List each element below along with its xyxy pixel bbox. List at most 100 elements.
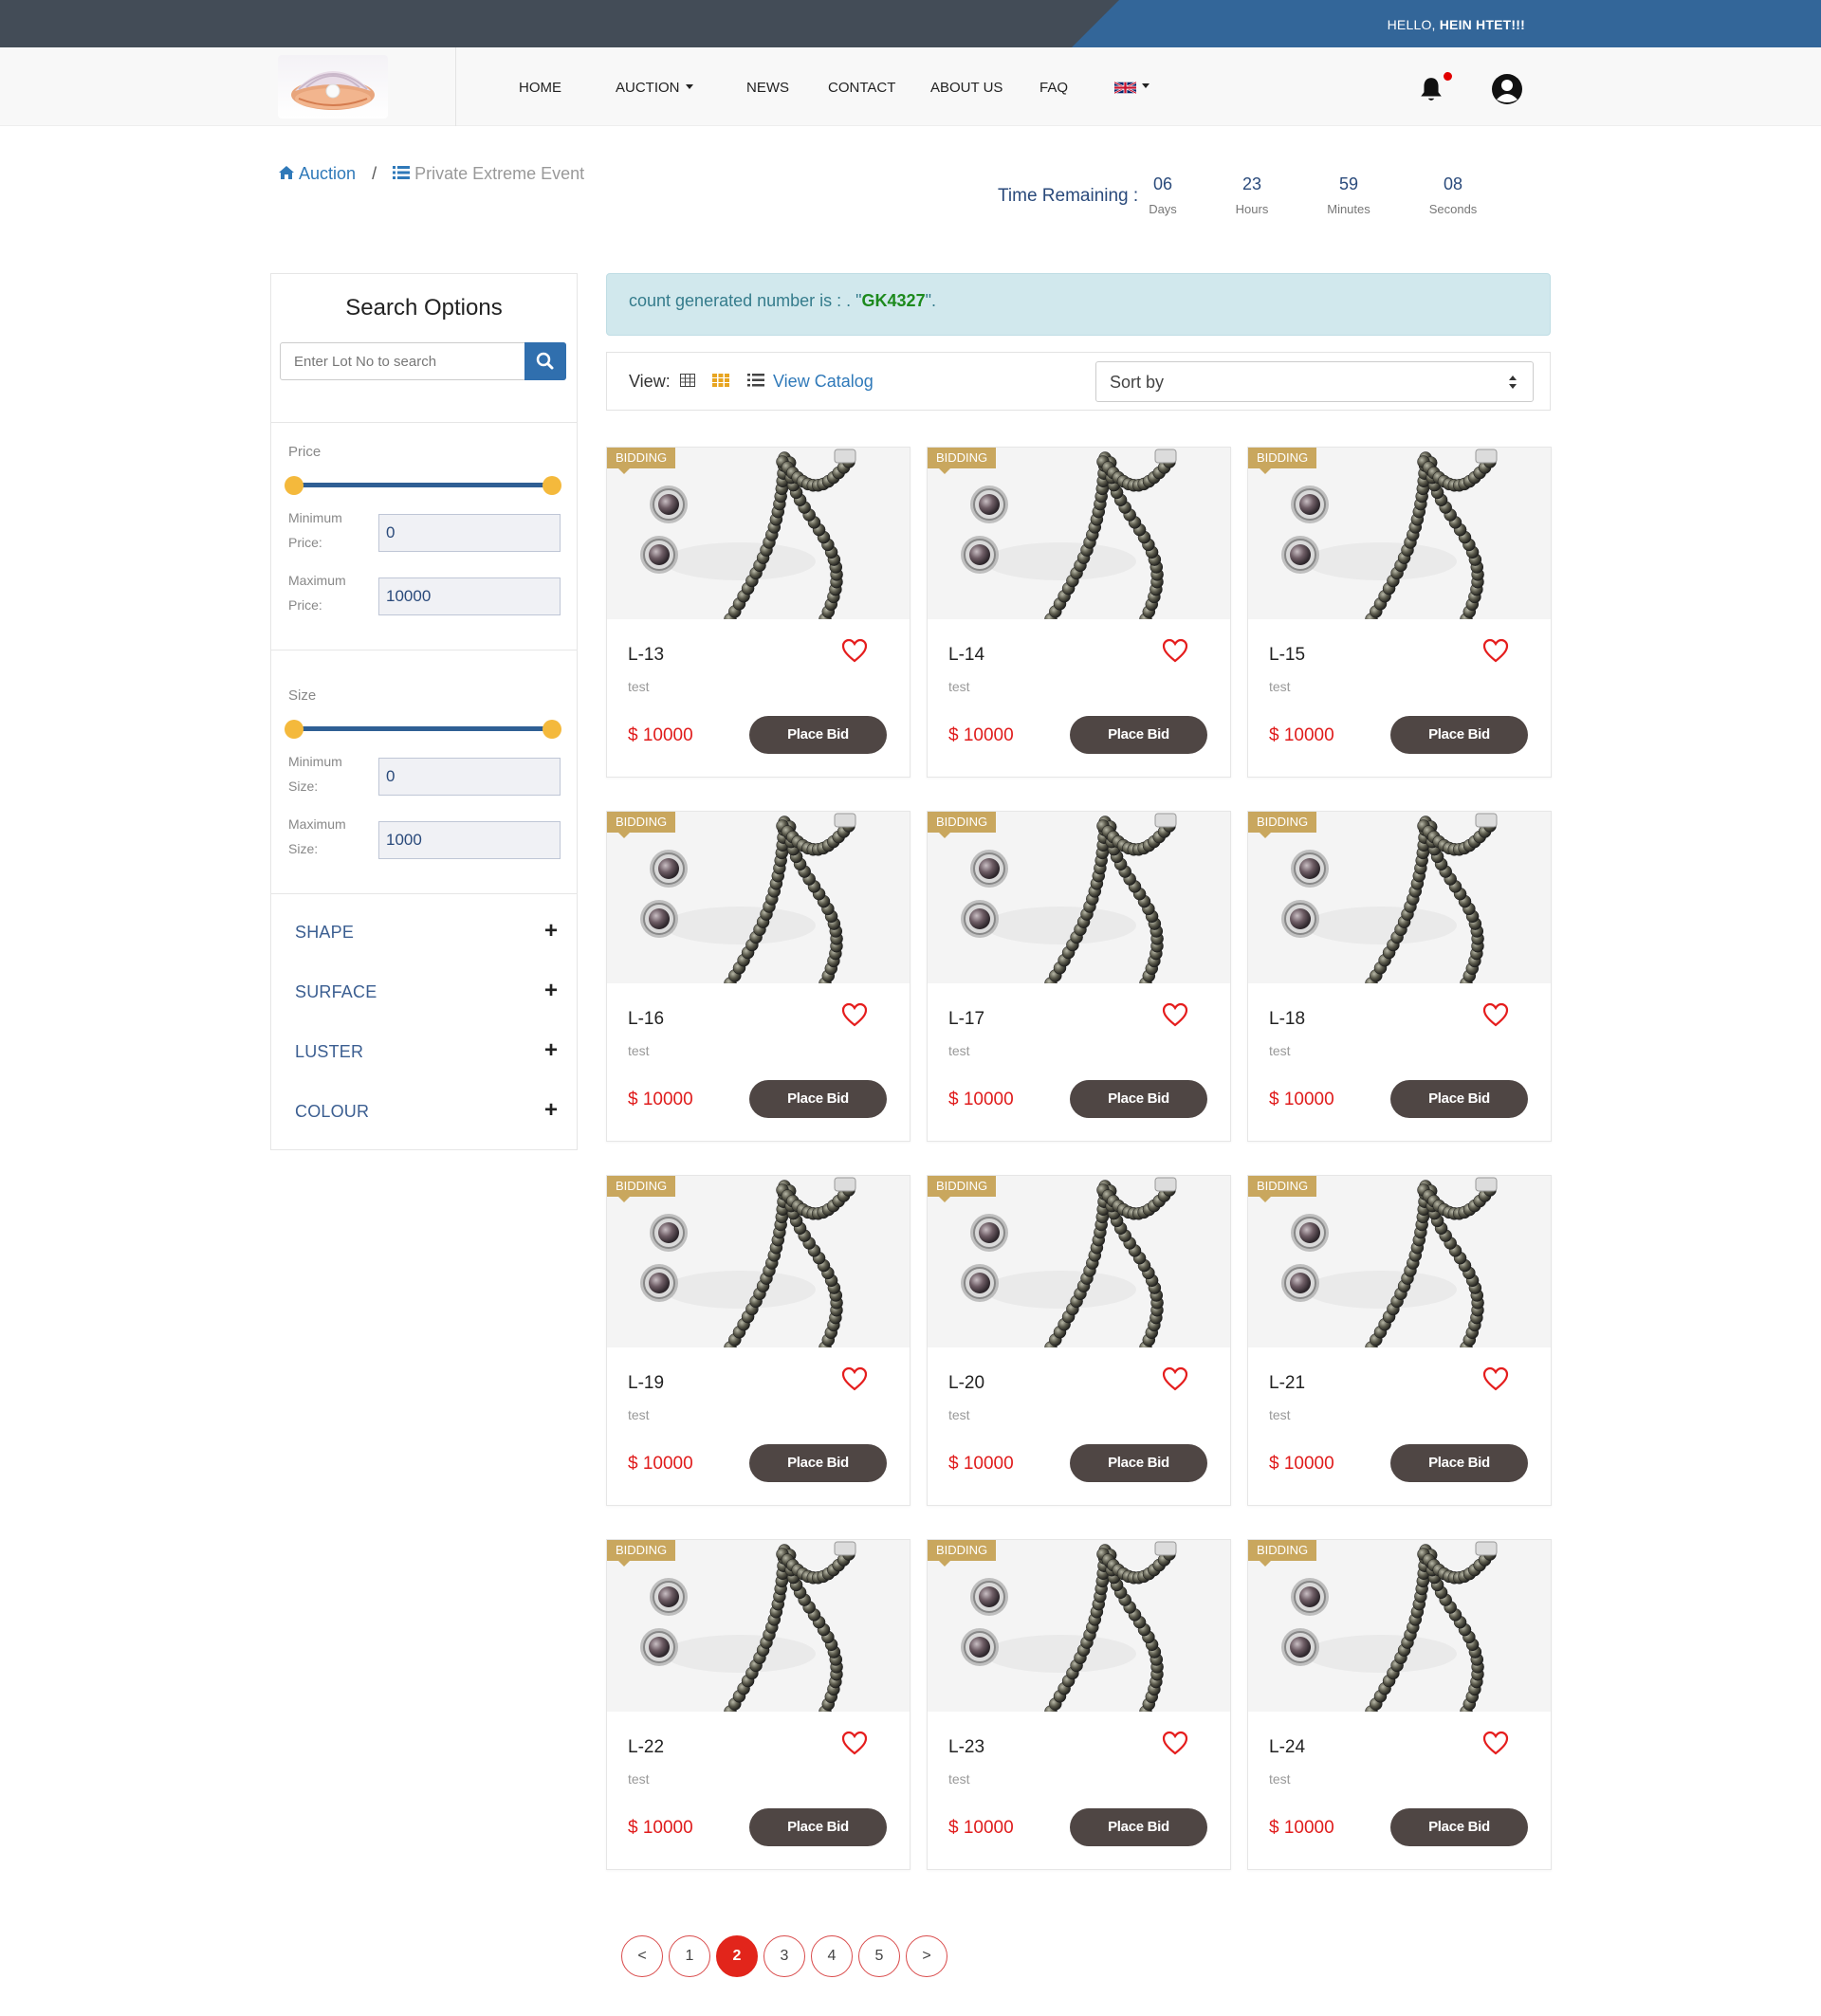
product-description: test [1269, 1407, 1291, 1422]
nav-news[interactable]: NEWS [746, 80, 789, 96]
table-view-icon[interactable] [680, 374, 695, 387]
breadcrumb-auction[interactable]: Auction [279, 164, 360, 183]
place-bid-button[interactable]: Place Bid [1070, 1080, 1207, 1118]
sort-by-select[interactable]: Sort by [1095, 361, 1534, 402]
lot-search-button[interactable] [524, 342, 566, 380]
favorite-button[interactable] [1162, 1366, 1188, 1391]
nav-contact[interactable]: CONTACT [828, 80, 895, 96]
filter-shape[interactable]: SHAPE + [295, 919, 565, 947]
favorite-button[interactable] [1482, 638, 1509, 663]
pearl-jewelry-image [607, 812, 910, 983]
product-image[interactable] [607, 1540, 910, 1712]
product-card[interactable]: BIDDING L-23 test $ 10000 Place Bid [927, 1539, 1231, 1870]
product-price: $ 10000 [948, 1090, 1014, 1109]
min-size-input[interactable] [378, 758, 561, 796]
place-bid-button[interactable]: Place Bid [1390, 1080, 1528, 1118]
product-card[interactable]: BIDDING L-16 test $ 10000 Place Bid [606, 811, 910, 1142]
product-image[interactable] [607, 448, 910, 619]
product-lot-number: L-17 [948, 1009, 985, 1029]
bidding-badge: BIDDING [607, 1176, 676, 1202]
nav-faq[interactable]: FAQ [1039, 80, 1068, 96]
size-slider-track[interactable] [295, 726, 551, 731]
product-card[interactable]: BIDDING L-21 test $ 10000 Place Bid [1247, 1175, 1552, 1506]
heart-icon [1482, 638, 1509, 663]
product-card[interactable]: BIDDING L-18 test $ 10000 Place Bid [1247, 811, 1552, 1142]
product-card[interactable]: BIDDING L-24 test $ 10000 Place Bid [1247, 1539, 1552, 1870]
user-avatar-icon[interactable] [1491, 73, 1523, 105]
filter-luster[interactable]: LUSTER + [295, 1038, 565, 1067]
product-image[interactable] [607, 812, 910, 983]
product-card[interactable]: BIDDING L-13 test $ 10000 Place Bid [606, 447, 910, 778]
price-slider-min-thumb[interactable] [285, 476, 304, 495]
price-slider-max-thumb[interactable] [543, 476, 561, 495]
product-card[interactable]: BIDDING L-14 test $ 10000 Place Bid [927, 447, 1231, 778]
timer-minutes-value: 59 [1338, 174, 1359, 193]
nav-about-us[interactable]: ABOUT US [930, 80, 1002, 96]
prev-page-button[interactable]: < [621, 1935, 663, 1977]
place-bid-button[interactable]: Place Bid [749, 716, 887, 754]
favorite-button[interactable] [841, 1002, 868, 1027]
filter-surface[interactable]: SURFACE + [295, 979, 565, 1007]
place-bid-button[interactable]: Place Bid [749, 1444, 887, 1482]
page-button[interactable]: 5 [858, 1935, 900, 1977]
product-card[interactable]: BIDDING L-15 test $ 10000 Place Bid [1247, 447, 1552, 778]
product-image[interactable] [1248, 1540, 1551, 1712]
favorite-button[interactable] [1162, 638, 1188, 663]
product-image[interactable] [928, 448, 1230, 619]
size-slider-max-thumb[interactable] [543, 720, 561, 739]
product-image[interactable] [1248, 1176, 1551, 1347]
favorite-button[interactable] [841, 638, 868, 663]
product-card[interactable]: BIDDING L-19 test $ 10000 Place Bid [606, 1175, 910, 1506]
page-button[interactable]: 2 [716, 1935, 758, 1977]
place-bid-button[interactable]: Place Bid [1070, 716, 1207, 754]
product-description: test [948, 1407, 970, 1422]
product-image[interactable] [607, 1176, 910, 1347]
nav-home[interactable]: HOME [519, 80, 561, 96]
place-bid-button[interactable]: Place Bid [1390, 1444, 1528, 1482]
product-card[interactable]: BIDDING L-20 test $ 10000 Place Bid [927, 1175, 1231, 1506]
site-logo[interactable] [278, 55, 388, 119]
product-price: $ 10000 [628, 1454, 693, 1474]
favorite-button[interactable] [1162, 1731, 1188, 1755]
place-bid-button[interactable]: Place Bid [1390, 716, 1528, 754]
product-image[interactable] [928, 812, 1230, 983]
timer-hours-value: 23 [1242, 174, 1262, 193]
max-price-input[interactable] [378, 577, 561, 615]
max-size-input[interactable] [378, 821, 561, 859]
place-bid-button[interactable]: Place Bid [749, 1080, 887, 1118]
place-bid-button[interactable]: Place Bid [1070, 1444, 1207, 1482]
language-selector[interactable] [1114, 79, 1150, 95]
timer-days-unit: Days [1149, 202, 1177, 216]
product-image[interactable] [1248, 448, 1551, 619]
favorite-button[interactable] [1482, 1731, 1509, 1755]
product-image[interactable] [928, 1176, 1230, 1347]
lot-search-input[interactable] [281, 343, 525, 379]
next-page-button[interactable]: > [906, 1935, 947, 1977]
view-catalog-link[interactable]: View Catalog [773, 372, 874, 392]
page-button[interactable]: 3 [763, 1935, 805, 1977]
product-card[interactable]: BIDDING L-22 test $ 10000 Place Bid [606, 1539, 910, 1870]
min-price-input[interactable] [378, 514, 561, 552]
place-bid-button[interactable]: Place Bid [1070, 1808, 1207, 1846]
favorite-button[interactable] [1162, 1002, 1188, 1027]
page-button[interactable]: 1 [669, 1935, 710, 1977]
product-image[interactable] [928, 1540, 1230, 1712]
size-slider-min-thumb[interactable] [285, 720, 304, 739]
filter-colour[interactable]: COLOUR + [295, 1098, 565, 1127]
place-bid-button[interactable]: Place Bid [1390, 1808, 1528, 1846]
favorite-button[interactable] [1482, 1002, 1509, 1027]
place-bid-button[interactable]: Place Bid [749, 1808, 887, 1846]
product-card[interactable]: BIDDING L-17 test $ 10000 Place Bid [927, 811, 1231, 1142]
nav-auction[interactable]: AUCTION [616, 80, 693, 96]
price-slider-track[interactable] [295, 483, 551, 487]
product-image[interactable] [1248, 812, 1551, 983]
product-price: $ 10000 [1269, 725, 1334, 745]
sidebar-divider [271, 893, 577, 894]
favorite-button[interactable] [841, 1731, 868, 1755]
list-view-icon[interactable] [747, 374, 764, 387]
grid-view-icon[interactable] [712, 374, 729, 387]
favorite-button[interactable] [841, 1366, 868, 1391]
page-button[interactable]: 4 [811, 1935, 853, 1977]
favorite-button[interactable] [1482, 1366, 1509, 1391]
bell-icon[interactable] [1419, 76, 1444, 102]
